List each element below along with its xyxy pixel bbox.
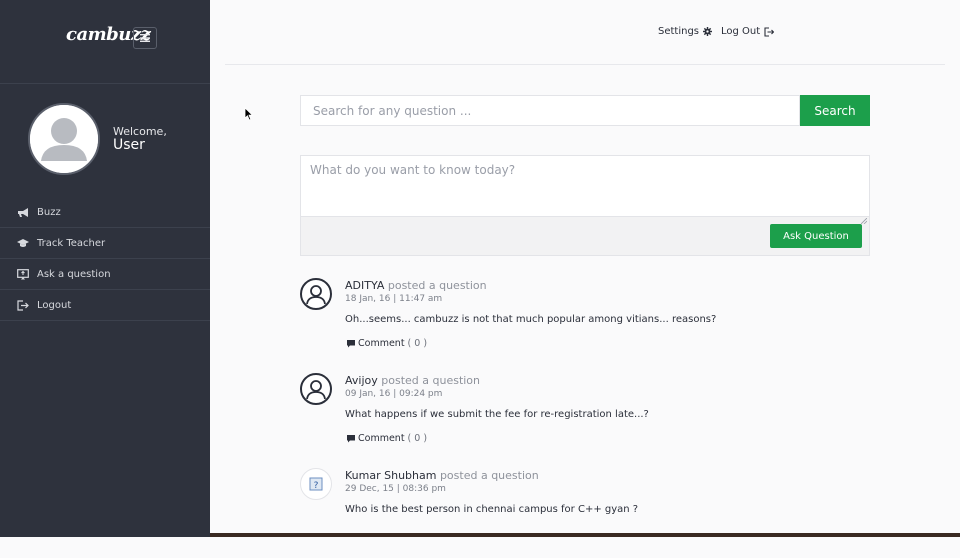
user-outline-icon — [306, 380, 326, 400]
comment-label: Comment — [358, 433, 405, 444]
avatar[interactable] — [28, 103, 100, 175]
sidebar: cambuzz Welcome, User Buzz Track Teacher — [0, 0, 210, 537]
svg-text:?: ? — [314, 481, 319, 491]
gear-icon — [703, 27, 713, 36]
ask-box-icon — [17, 268, 29, 280]
post-verb: posted a question — [439, 469, 539, 482]
sidebar-item-buzz[interactable]: Buzz — [0, 197, 210, 228]
sidebar-item-label: Track Teacher — [37, 237, 106, 249]
post-avatar[interactable]: ? — [300, 468, 332, 500]
username: User — [113, 137, 145, 153]
comment-icon — [347, 434, 355, 443]
sidebar-brand: cambuzz — [0, 0, 210, 84]
post-date: 09 Jan, 16 | 09:24 pm — [345, 389, 443, 399]
search-input[interactable] — [300, 95, 800, 126]
sidebar-item-ask-question[interactable]: Ask a question — [0, 259, 210, 290]
settings-link[interactable]: Settings — [658, 26, 713, 37]
sidebar-item-logout[interactable]: Logout — [0, 290, 210, 321]
ask-question-box: Ask Question — [300, 155, 870, 256]
post-verb: posted a question — [381, 374, 481, 387]
settings-label: Settings — [658, 26, 700, 37]
megaphone-icon — [17, 206, 29, 218]
sidebar-item-label: Logout — [37, 299, 72, 311]
user-silhouette-icon — [30, 105, 98, 173]
post-date: 29 Dec, 15 | 08:36 pm — [345, 484, 446, 494]
post-header: ADITYA posted a question — [345, 279, 487, 292]
top-bar: Settings Log Out — [225, 0, 945, 65]
logout-icon — [764, 26, 775, 37]
post-author[interactable]: Kumar Shubham — [345, 469, 436, 482]
mouse-cursor-icon — [244, 106, 254, 125]
comment-button[interactable]: Comment ( 0 ) — [347, 338, 427, 349]
comment-count: ( 0 ) — [407, 338, 428, 349]
sidebar-item-label: Ask a question — [37, 268, 111, 280]
logout-label: Log Out — [721, 26, 761, 37]
comment-button[interactable]: Comment ( 0 ) — [347, 433, 427, 444]
menu-toggle-button[interactable] — [133, 27, 157, 49]
broken-image-icon: ? — [309, 477, 323, 491]
post-verb: posted a question — [387, 279, 487, 292]
post-header: Avijoy posted a question — [345, 374, 480, 387]
post-body[interactable]: Oh...seems... cambuzz is not that much p… — [345, 314, 716, 325]
post-body[interactable]: What happens if we submit the fee for re… — [345, 409, 649, 420]
comment-icon — [347, 339, 355, 348]
post-header: Kumar Shubham posted a question — [345, 469, 539, 482]
logout-icon — [17, 299, 29, 311]
sidebar-item-track-teacher[interactable]: Track Teacher — [0, 228, 210, 259]
user-outline-icon — [306, 285, 326, 305]
sidebar-item-label: Buzz — [37, 206, 61, 218]
post-item: Avijoy posted a question 09 Jan, 16 | 09… — [300, 373, 870, 463]
logout-link[interactable]: Log Out — [721, 26, 775, 37]
hamburger-icon — [140, 34, 150, 42]
ask-question-button[interactable]: Ask Question — [770, 224, 862, 248]
graduation-cap-icon — [17, 237, 29, 249]
post-author[interactable]: Avijoy — [345, 374, 378, 387]
question-textarea[interactable] — [301, 156, 869, 217]
search-button[interactable]: Search — [800, 95, 870, 126]
post-item: ADITYA posted a question 18 Jan, 16 | 11… — [300, 278, 870, 368]
post-avatar[interactable] — [300, 373, 332, 405]
post-author[interactable]: ADITYA — [345, 279, 384, 292]
post-body[interactable]: Who is the best person in chennai campus… — [345, 504, 638, 515]
window-bottom-edge — [210, 533, 960, 537]
post-avatar[interactable] — [300, 278, 332, 310]
comment-label: Comment — [358, 338, 405, 349]
post-date: 18 Jan, 16 | 11:47 am — [345, 294, 443, 304]
sidebar-nav: Buzz Track Teacher Ask a question Logout — [0, 197, 210, 321]
post-item: ? Kumar Shubham posted a question 29 Dec… — [300, 468, 870, 558]
comment-count: ( 0 ) — [407, 433, 428, 444]
